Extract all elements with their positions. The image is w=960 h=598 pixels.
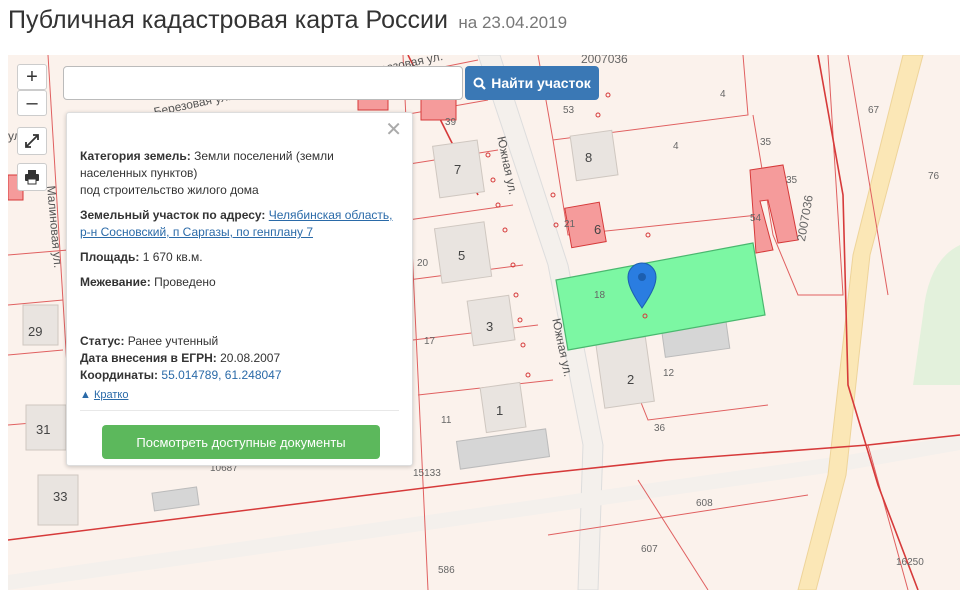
cadastral-label: 53 bbox=[563, 105, 575, 116]
egrn-row: Дата внесения в ЕГРН: 20.08.2007 bbox=[80, 350, 400, 367]
survey-label: Межевание: bbox=[80, 275, 151, 289]
cadastral-label: 54 bbox=[750, 213, 762, 224]
cadastral-label: 21 bbox=[564, 219, 576, 230]
zoom-out-button[interactable]: – bbox=[17, 90, 47, 116]
cadastral-label: 2007036 bbox=[581, 55, 628, 66]
house-number: 5 bbox=[458, 248, 466, 263]
address-label: Земельный участок по адресу: bbox=[80, 208, 266, 222]
find-parcel-button[interactable]: Найти участок bbox=[465, 66, 599, 100]
survey-value: Проведено bbox=[154, 275, 216, 289]
coords-row: Координаты: 55.014789, 61.248047 bbox=[80, 367, 400, 384]
cadastral-label: 4 bbox=[673, 141, 679, 152]
cadastral-label: 18 bbox=[594, 290, 606, 301]
category-row: Категория земель: Земли поселений (земли… bbox=[80, 148, 400, 199]
divider bbox=[80, 410, 399, 411]
area-row: Площадь: 1 670 кв.м. bbox=[80, 249, 400, 266]
cadastral-label: 4 bbox=[720, 89, 726, 100]
house-number: 8 bbox=[585, 150, 593, 165]
status-value: Ранее учтенный bbox=[127, 334, 219, 348]
house-number: 1 bbox=[496, 403, 504, 418]
search-icon bbox=[473, 77, 486, 90]
printer-icon bbox=[25, 170, 39, 185]
map-view[interactable]: 2007036 2007036 15133 10687 16250 586 60… bbox=[8, 55, 960, 590]
close-icon[interactable]: ✕ bbox=[385, 117, 402, 142]
cadastral-label: 17 bbox=[424, 336, 436, 347]
cadastral-label: 608 bbox=[696, 498, 713, 509]
area-label: Площадь: bbox=[80, 250, 140, 264]
status-label: Статус: bbox=[80, 334, 125, 348]
house-number: 6 bbox=[594, 222, 602, 237]
egrn-value: 20.08.2007 bbox=[220, 351, 281, 365]
house-number: 2 bbox=[627, 372, 635, 387]
page-header: Публичная кадастровая карта России на 23… bbox=[8, 6, 567, 42]
cadastral-label: 586 bbox=[438, 565, 455, 576]
brief-label: Кратко bbox=[93, 389, 129, 401]
search-input[interactable] bbox=[63, 66, 463, 100]
cadastral-label: 67 bbox=[868, 105, 880, 116]
cadastral-label: 36 bbox=[654, 423, 666, 434]
address-row: Земельный участок по адресу: Челябинская… bbox=[80, 207, 400, 241]
coords-label: Координаты: bbox=[80, 368, 159, 382]
page-title: Публичная кадастровая карта России bbox=[8, 6, 448, 34]
house-number: 33 bbox=[53, 489, 68, 504]
category-label: Категория земель: bbox=[80, 149, 191, 163]
cadastral-label: 20 bbox=[417, 258, 429, 269]
category-sub: под строительство жилого дома bbox=[80, 183, 259, 197]
cadastral-label: 607 bbox=[641, 544, 658, 555]
cadastral-label: 39 bbox=[445, 117, 457, 128]
brief-toggle[interactable]: ▲ Кратко bbox=[80, 389, 128, 401]
house-number: 7 bbox=[454, 162, 462, 177]
cadastral-label: 12 bbox=[663, 368, 675, 379]
fullscreen-button[interactable] bbox=[17, 127, 47, 155]
coords-value: 55.014789, 61.248047 bbox=[161, 368, 282, 382]
house-number: 31 bbox=[36, 422, 51, 437]
cadastral-label: 35 bbox=[786, 175, 798, 186]
house-number: 3 bbox=[486, 319, 494, 334]
zoom-in-button[interactable]: + bbox=[17, 64, 47, 90]
view-documents-button[interactable]: Посмотреть доступные документы bbox=[102, 425, 380, 459]
caret-up-icon: ▲ bbox=[80, 389, 91, 401]
find-parcel-label: Найти участок bbox=[491, 75, 591, 91]
house-number: 29 bbox=[28, 324, 43, 339]
survey-row: Межевание: Проведено bbox=[80, 274, 400, 291]
cadastral-label: 35 bbox=[760, 137, 772, 148]
page-date: на 23.04.2019 bbox=[458, 13, 568, 32]
area-value: 1 670 кв.м. bbox=[142, 250, 203, 264]
cadastral-label: 11 bbox=[441, 415, 452, 426]
parcel-info-popup: ✕ Категория земель: Земли поселений (зем… bbox=[66, 112, 413, 466]
egrn-label: Дата внесения в ЕГРН: bbox=[80, 351, 217, 365]
selected-parcel[interactable] bbox=[555, 242, 766, 351]
fullscreen-icon bbox=[25, 134, 39, 148]
cadastral-label: 76 bbox=[928, 171, 940, 182]
cadastral-label: 16250 bbox=[896, 557, 924, 568]
print-button[interactable] bbox=[17, 163, 47, 191]
status-row: Статус: Ранее учтенный bbox=[80, 333, 400, 350]
cadastral-label: 15133 bbox=[413, 468, 441, 479]
